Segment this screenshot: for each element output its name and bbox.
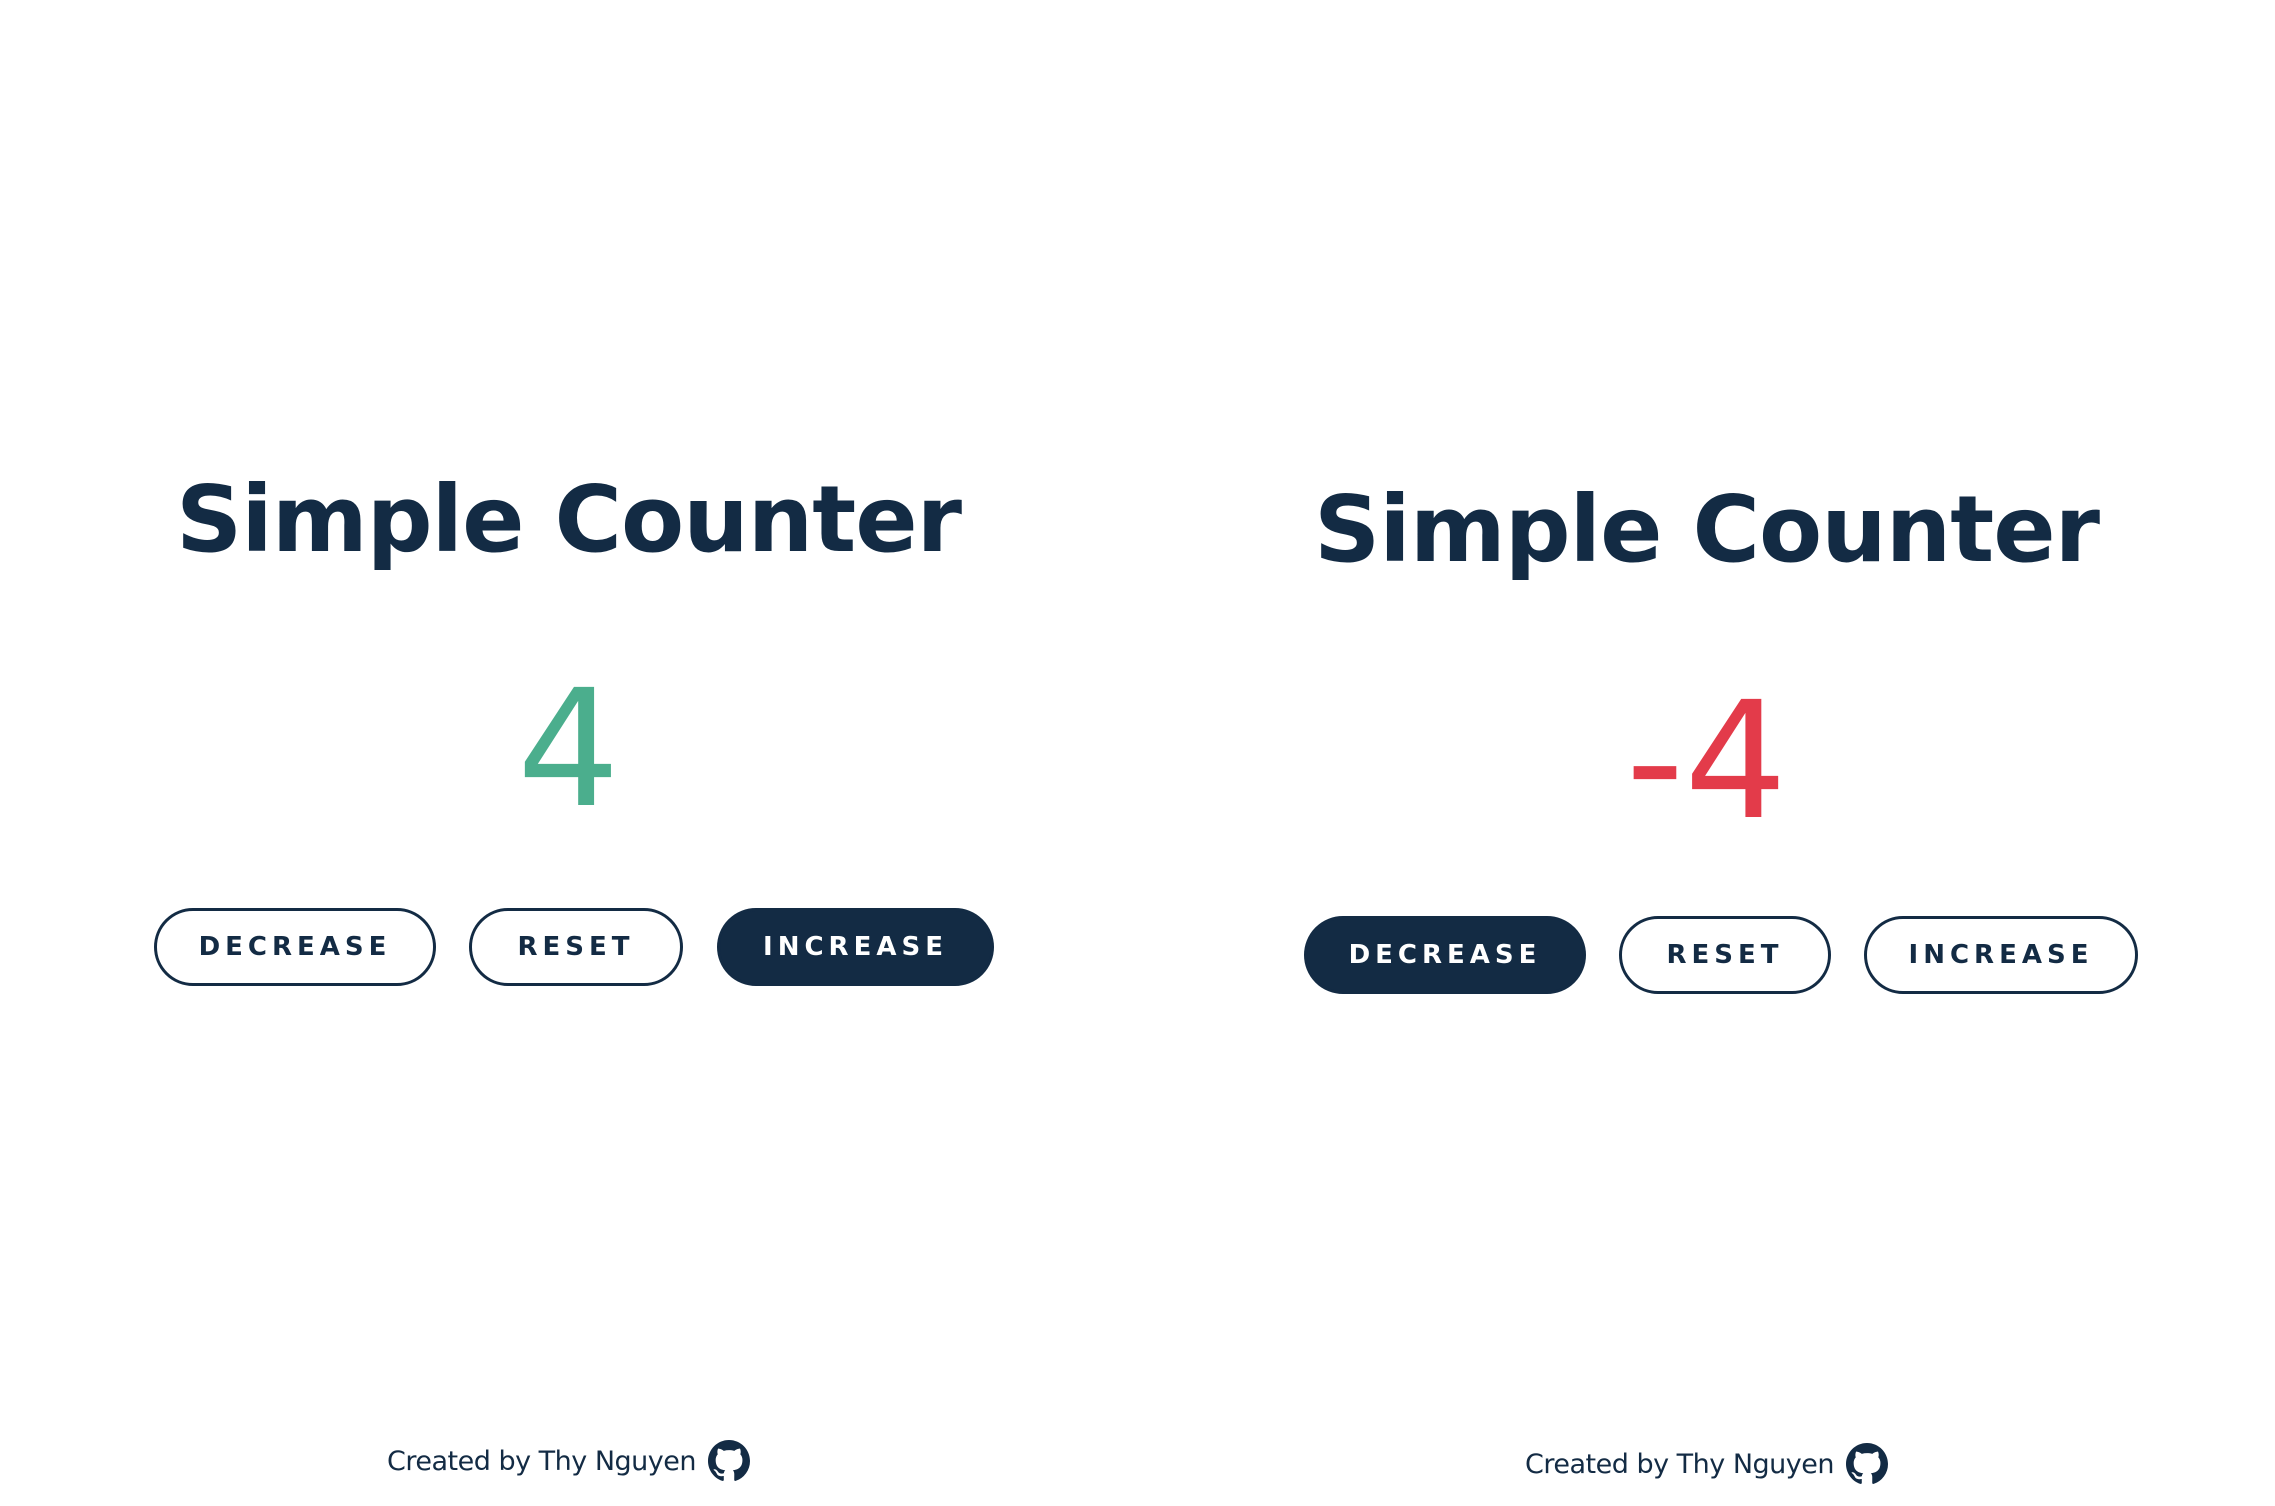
decrease-button[interactable]: DECREASE bbox=[1304, 916, 1586, 994]
increase-button[interactable]: INCREASE bbox=[1864, 916, 2138, 994]
page-title: Simple Counter bbox=[176, 466, 962, 573]
reset-button[interactable]: RESET bbox=[1619, 916, 1831, 994]
counter-panel-left: Simple Counter 4 DECREASE RESET INCREASE… bbox=[0, 0, 1137, 1506]
decrease-button[interactable]: DECREASE bbox=[154, 908, 436, 986]
page-title: Simple Counter bbox=[1314, 476, 2100, 583]
counter-panel-right: Simple Counter -4 DECREASE RESET INCREAS… bbox=[1138, 0, 2275, 1506]
footer: Created by Thy Nguyen bbox=[1138, 1440, 2275, 1488]
button-group: DECREASE RESET INCREASE bbox=[0, 908, 1137, 986]
button-group: DECREASE RESET INCREASE bbox=[1138, 916, 2275, 994]
footer: Created by Thy Nguyen bbox=[0, 1437, 1137, 1485]
footer-credit: Created by Thy Nguyen bbox=[1525, 1448, 1834, 1480]
github-icon[interactable] bbox=[707, 1440, 750, 1482]
counter-value: 4 bbox=[516, 656, 621, 844]
increase-button[interactable]: INCREASE bbox=[717, 908, 994, 986]
counter-value: -4 bbox=[1625, 668, 1788, 856]
reset-button[interactable]: RESET bbox=[469, 908, 683, 986]
footer-credit: Created by Thy Nguyen bbox=[387, 1445, 696, 1477]
github-icon[interactable] bbox=[1845, 1443, 1888, 1485]
